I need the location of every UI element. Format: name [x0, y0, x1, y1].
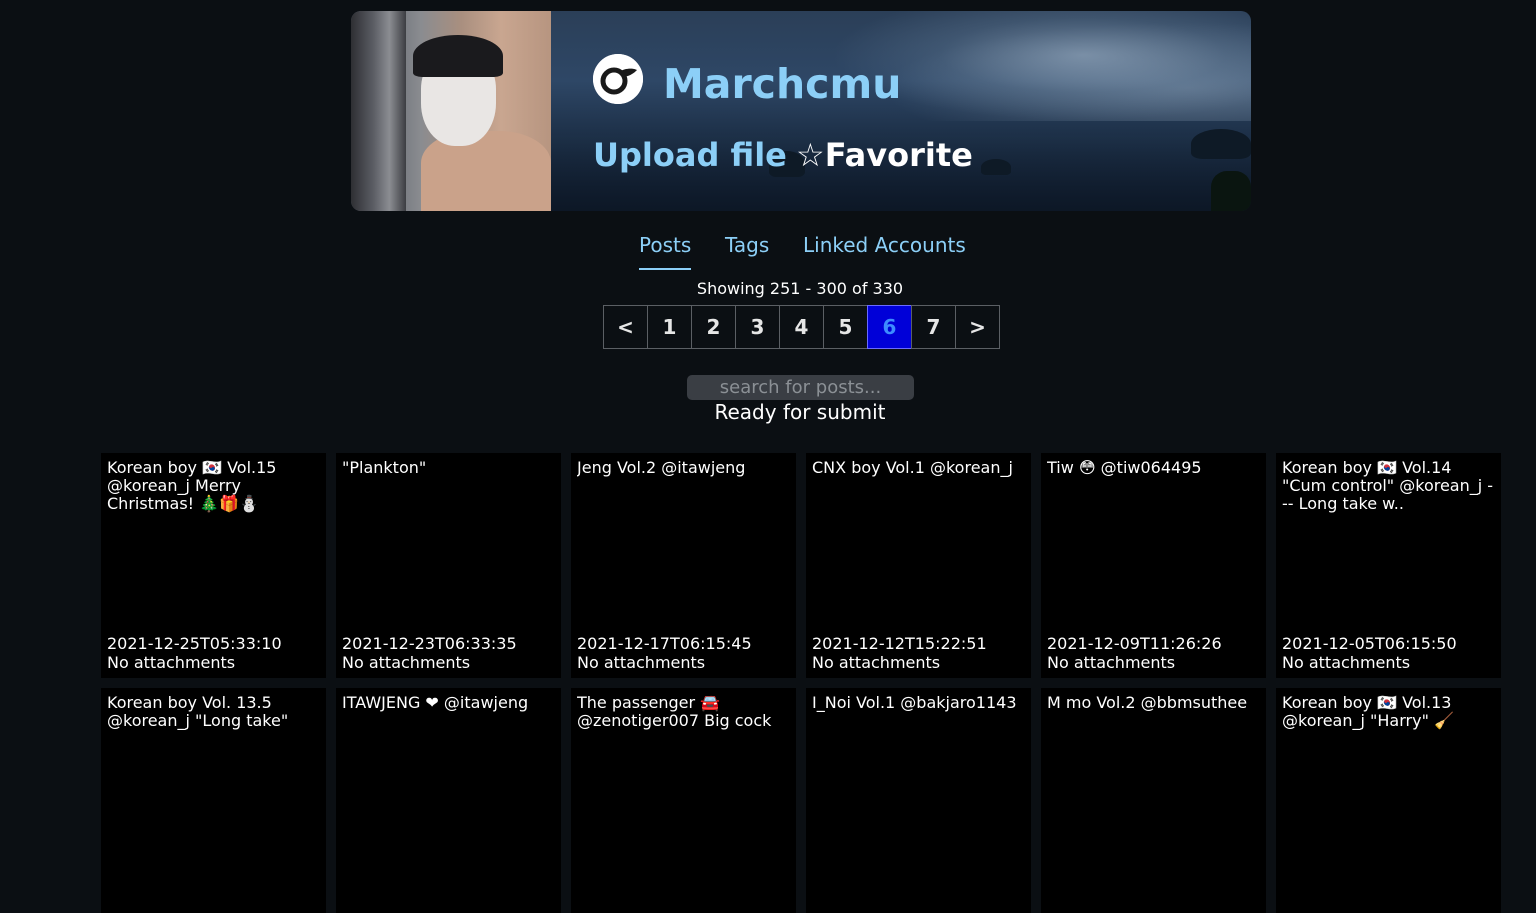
post-card[interactable]: I_Noi Vol.1 @bakjaro1143 [806, 688, 1031, 913]
post-title: Korean boy 🇰🇷 Vol.14 "Cum control" @kore… [1282, 459, 1494, 513]
profile-username[interactable]: Marchcmu [663, 56, 901, 112]
post-title: "Plankton" [342, 459, 427, 477]
post-attachments: No attachments [1047, 653, 1176, 672]
page-button[interactable]: 4 [779, 305, 824, 349]
post-attachments: No attachments [1282, 653, 1411, 672]
post-title: Korean boy 🇰🇷 Vol.15 @korean_j Merry Chr… [107, 459, 277, 513]
search-input[interactable] [687, 375, 914, 400]
page-button[interactable]: 1 [647, 305, 692, 349]
post-title: I_Noi Vol.1 @bakjaro1143 [812, 694, 1017, 712]
avatar[interactable] [351, 11, 551, 211]
banner-rock [981, 159, 1011, 175]
favorite-button[interactable]: ☆Favorite [796, 133, 973, 177]
post-card[interactable]: ITAWJENG ❤ @itawjeng [336, 688, 561, 913]
post-attachments: No attachments [107, 653, 236, 672]
post-attachments: No attachments [577, 653, 706, 672]
page-button[interactable]: 5 [823, 305, 868, 349]
post-attachments: No attachments [812, 653, 941, 672]
post-card[interactable]: Korean boy Vol. 13.5 @korean_j "Long tak… [101, 688, 326, 913]
banner-rock [1211, 171, 1251, 211]
profile-tabs: Posts Tags Linked Accounts [0, 228, 1536, 272]
post-title: The passenger 🚘 @zenotiger007 Big cock [577, 694, 772, 730]
post-title: Tiw 😳 @tiw064495 [1047, 459, 1202, 477]
post-date: 2021-12-23T06:33:35 [342, 634, 517, 653]
post-attachments: No attachments [342, 653, 471, 672]
tab-linked-accounts[interactable]: Linked Accounts [803, 228, 966, 262]
page-button-current[interactable]: 6 [867, 305, 912, 349]
avatar-body [421, 131, 551, 211]
page-prev-button[interactable]: < [603, 305, 648, 349]
post-title: Korean boy Vol. 13.5 @korean_j "Long tak… [107, 694, 289, 730]
search-status: Ready for submit [714, 400, 886, 424]
post-card[interactable]: The passenger 🚘 @zenotiger007 Big cock [571, 688, 796, 913]
post-date: 2021-12-05T06:15:50 [1282, 634, 1457, 653]
paginator: < 1 2 3 4 5 6 7 > [603, 305, 1000, 349]
upload-file-link[interactable]: Upload file [593, 133, 787, 177]
page-button[interactable]: 2 [691, 305, 736, 349]
post-title: Jeng Vol.2 @itawjeng [577, 459, 746, 477]
avatar-cap [413, 35, 503, 77]
post-card[interactable]: "Plankton" 2021-12-23T06:33:35 No attach… [336, 453, 561, 678]
post-date: 2021-12-09T11:26:26 [1047, 634, 1222, 653]
page-button[interactable]: 3 [735, 305, 780, 349]
post-date: 2021-12-17T06:15:45 [577, 634, 752, 653]
post-card[interactable]: Korean boy 🇰🇷 Vol.15 @korean_j Merry Chr… [101, 453, 326, 678]
avatar-curtain [351, 11, 406, 211]
post-card[interactable]: Tiw 😳 @tiw064495 2021-12-09T11:26:26 No … [1041, 453, 1266, 678]
post-title: CNX boy Vol.1 @korean_j [812, 459, 1013, 477]
post-title: ITAWJENG ❤ @itawjeng [342, 694, 529, 712]
results-count: Showing 251 - 300 of 330 [696, 279, 904, 298]
post-card[interactable]: Korean boy 🇰🇷 Vol.14 "Cum control" @kore… [1276, 453, 1501, 678]
page-button[interactable]: 7 [911, 305, 956, 349]
post-card[interactable]: Jeng Vol.2 @itawjeng 2021-12-17T06:15:45… [571, 453, 796, 678]
banner-rock [1191, 129, 1251, 159]
post-card[interactable]: CNX boy Vol.1 @korean_j 2021-12-12T15:22… [806, 453, 1031, 678]
page-next-button[interactable]: > [955, 305, 1000, 349]
post-date: 2021-12-12T15:22:51 [812, 634, 987, 653]
post-title: M mo Vol.2 @bbmsuthee [1047, 694, 1248, 712]
post-date: 2021-12-25T05:33:10 [107, 634, 282, 653]
onlyfans-icon [593, 54, 643, 104]
post-card[interactable]: M mo Vol.2 @bbmsuthee [1041, 688, 1266, 913]
tab-posts[interactable]: Posts [639, 228, 692, 270]
post-title: Korean boy 🇰🇷 Vol.13 @korean_j "Harry" 🧹 [1282, 694, 1454, 730]
post-card[interactable]: Korean boy 🇰🇷 Vol.13 @korean_j "Harry" 🧹 [1276, 688, 1501, 913]
tab-tags[interactable]: Tags [725, 228, 769, 262]
